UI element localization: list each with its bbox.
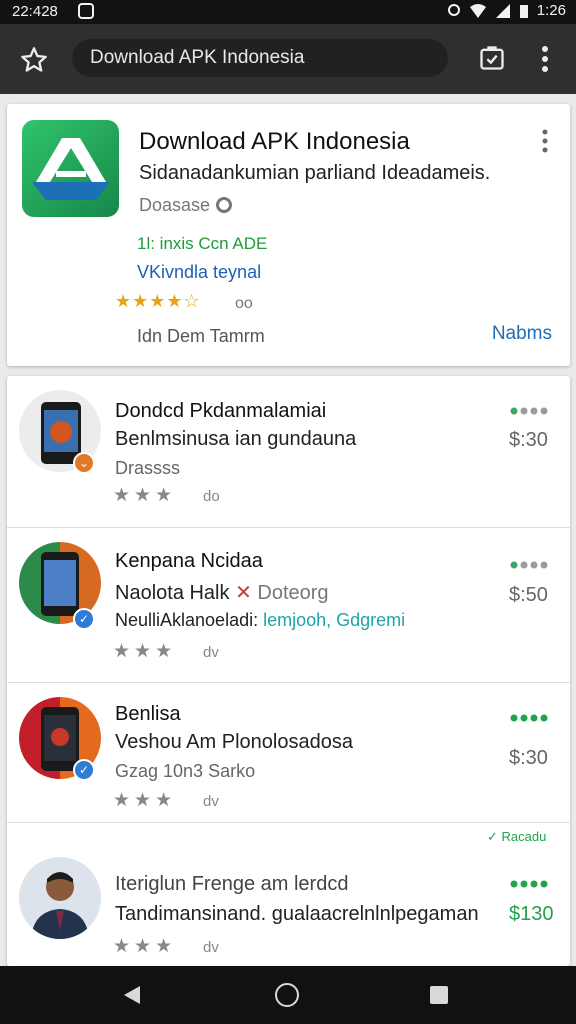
list-item-title: Benlisa: [115, 703, 181, 725]
list-item-title: Iteriglun Frenge am lerdcd: [115, 873, 349, 895]
list-item-stars: ★★★: [113, 790, 177, 811]
list-item-tag: ✓ Racadu: [487, 829, 546, 845]
list-item-subtitle: Naolota Halk ✕ Doteorg: [115, 580, 329, 605]
featured-action-link[interactable]: Nabms: [492, 323, 552, 345]
featured-footer-text: Idn Dem Tamrm: [137, 326, 265, 346]
developer-verified-icon: [216, 197, 233, 213]
list-item-rating-count: do: [203, 488, 220, 505]
tab-switcher-icon[interactable]: [478, 44, 506, 72]
featured-green-note: 1l: inxis Ccn ADE: [137, 234, 268, 253]
list-item-subtitle-accent: Doteorg: [257, 582, 329, 604]
list-item-subtitle: Tandimansinand. gualaacrelnlnlpegaman: [115, 903, 479, 925]
featured-rating-count: oo: [235, 295, 253, 312]
list-item-rating-count: dv: [203, 644, 219, 661]
recents-icon[interactable]: [430, 986, 448, 1004]
battery-icon: [519, 4, 528, 18]
notification-icon: [78, 3, 94, 19]
list-item-tag-text: Racadu: [501, 829, 547, 844]
featured-app-title: Download APK Indonesia: [139, 128, 410, 155]
list-item-subtitle: Benlmsinusa ian gundauna: [115, 428, 357, 450]
featured-app-card[interactable]: Download APK Indonesia Sidanadankumian p…: [7, 104, 570, 366]
list-item-price[interactable]: $130: [509, 903, 554, 926]
close-x-icon: ✕: [235, 582, 252, 604]
rating-dots-icon: [510, 714, 548, 722]
signal-icon: [495, 3, 510, 18]
app-list-card: ⌄ Dondcd Pkdanmalamiai Benlmsinusa ian g…: [7, 376, 570, 966]
list-item-price[interactable]: $:30: [509, 747, 548, 770]
list-item-rating-count: dv: [203, 939, 219, 956]
system-nav-bar: [0, 966, 576, 1024]
home-icon[interactable]: [275, 983, 299, 1007]
list-item-title: Dondcd Pkdanmalamiai: [115, 400, 327, 422]
list-item-meta-accent[interactable]: lemjooh, Gdgremi: [263, 610, 405, 630]
list-item-price[interactable]: $:30: [509, 429, 548, 452]
browser-toolbar: Download APK Indonesia: [0, 24, 576, 94]
featured-blue-note[interactable]: VKivndla teynal: [137, 262, 261, 283]
status-time-right: 1:26: [536, 2, 566, 19]
developer-name: Doasase: [139, 195, 211, 215]
list-item-stars: ★★★: [113, 641, 177, 662]
featured-developer: Doasase: [139, 195, 233, 216]
featured-app-subtitle: Sidanadankumian parliand Ideadameis.: [139, 162, 491, 184]
app-logo-icon: [22, 120, 119, 217]
status-time-left: 22:428: [12, 3, 58, 20]
card-menu-icon[interactable]: [539, 128, 551, 154]
list-item-meta: Drassss: [115, 458, 181, 478]
wifi-icon: [469, 3, 486, 18]
list-item[interactable]: ✓ Kenpana Ncidaa Naolota Halk ✕ Doteorg …: [7, 528, 570, 683]
rating-dots-icon: [510, 880, 548, 888]
rating-dots-icon: [510, 407, 548, 415]
status-bar: 22:428 1:26: [0, 0, 576, 24]
verified-badge-icon: ✓: [73, 759, 95, 781]
list-item-subtitle: Veshou Am Plonolosadosa: [115, 731, 353, 753]
overflow-menu-icon[interactable]: [535, 44, 555, 74]
download-badge-icon: ⌄: [73, 452, 95, 474]
status-icons: 1:26: [447, 2, 566, 19]
rating-dots-icon: [510, 561, 548, 569]
list-item[interactable]: ✓ Benlisa Veshou Am Plonolosadosa Gzag 1…: [7, 683, 570, 823]
list-item-meta-text: NeulliAklanoeladi:: [115, 610, 259, 630]
list-item-meta: NeulliAklanoeladi: lemjooh, Gdgremi: [115, 610, 405, 631]
bookmark-star-icon[interactable]: [20, 46, 48, 74]
list-item-title: Kenpana Ncidaa: [115, 550, 263, 572]
featured-rating-stars: ★★★★☆: [115, 291, 201, 311]
list-item-subtitle-text: Naolota Halk: [115, 582, 230, 604]
list-item[interactable]: ✓ Racadu Iteriglun Frenge am lerdcd Tand…: [7, 823, 570, 966]
list-item-stars: ★★★: [113, 936, 177, 957]
list-item-price[interactable]: $:50: [509, 584, 548, 607]
back-icon[interactable]: [120, 984, 144, 1006]
location-icon: [447, 3, 460, 16]
tag-icon: ✓: [487, 829, 498, 844]
list-item[interactable]: ⌄ Dondcd Pkdanmalamiai Benlmsinusa ian g…: [7, 376, 570, 528]
verified-badge-icon: ✓: [73, 608, 95, 630]
list-item-meta: Gzag 10n3 Sarko: [115, 761, 256, 781]
profile-avatar: [19, 857, 101, 939]
address-bar[interactable]: Download APK Indonesia: [72, 39, 448, 77]
list-item-stars: ★★★: [113, 485, 177, 506]
list-item-rating-count: dv: [203, 793, 219, 810]
